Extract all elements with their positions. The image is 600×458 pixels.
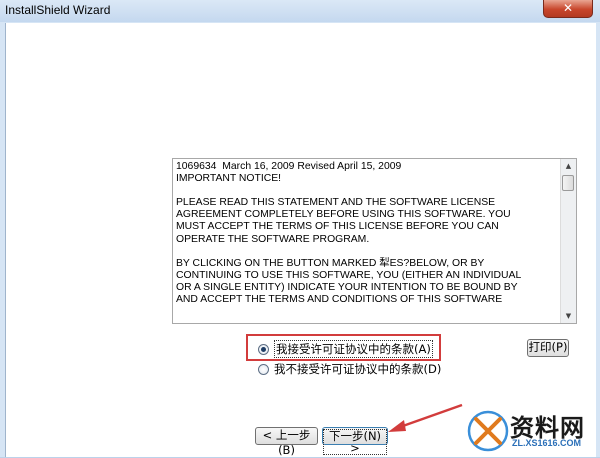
decline-terms-label: 我不接受许可证协议中的条款(D) xyxy=(274,362,442,376)
next-button[interactable]: 下一步(N) > xyxy=(322,427,388,455)
annotation-arrow-icon xyxy=(388,403,463,432)
watermark-url: ZL.XS1616.COM xyxy=(512,438,582,448)
decline-terms-option[interactable]: 我不接受许可证协议中的条款(D) xyxy=(258,361,441,377)
scroll-down-arrow-icon[interactable]: ▼ xyxy=(561,309,576,323)
accept-terms-label: 我接受许可证协议中的条款(A) xyxy=(274,340,433,358)
installshield-window: InstallShield Wizard ✕ 1069634 March 16,… xyxy=(0,0,600,457)
license-agreement-textbox[interactable]: 1069634 March 16, 2009 Revised April 15,… xyxy=(172,158,577,324)
watermark-logo: 资料网 ZL.XS1616.COM xyxy=(462,404,600,457)
scroll-up-arrow-icon[interactable]: ▲ xyxy=(561,159,576,173)
license-scrollbar[interactable]: ▲ ▼ xyxy=(560,159,576,323)
close-button[interactable]: ✕ xyxy=(543,0,593,18)
print-button[interactable]: 打印(P) xyxy=(527,339,569,357)
close-icon: ✕ xyxy=(562,1,574,15)
decline-radio[interactable] xyxy=(258,363,269,375)
accept-terms-option[interactable]: 我接受许可证协议中的条款(A) xyxy=(258,340,433,358)
title-bar[interactable]: InstallShield Wizard ✕ xyxy=(0,0,600,22)
accept-radio[interactable] xyxy=(258,343,269,355)
license-text: 1069634 March 16, 2009 Revised April 15,… xyxy=(176,161,522,306)
next-button-label: 下一步(N) > xyxy=(323,429,387,455)
watermark-x-icon xyxy=(467,410,509,452)
window-title: InstallShield Wizard xyxy=(5,3,111,17)
back-button[interactable]: < 上一步(B) xyxy=(255,427,318,457)
scroll-thumb[interactable] xyxy=(562,175,574,191)
